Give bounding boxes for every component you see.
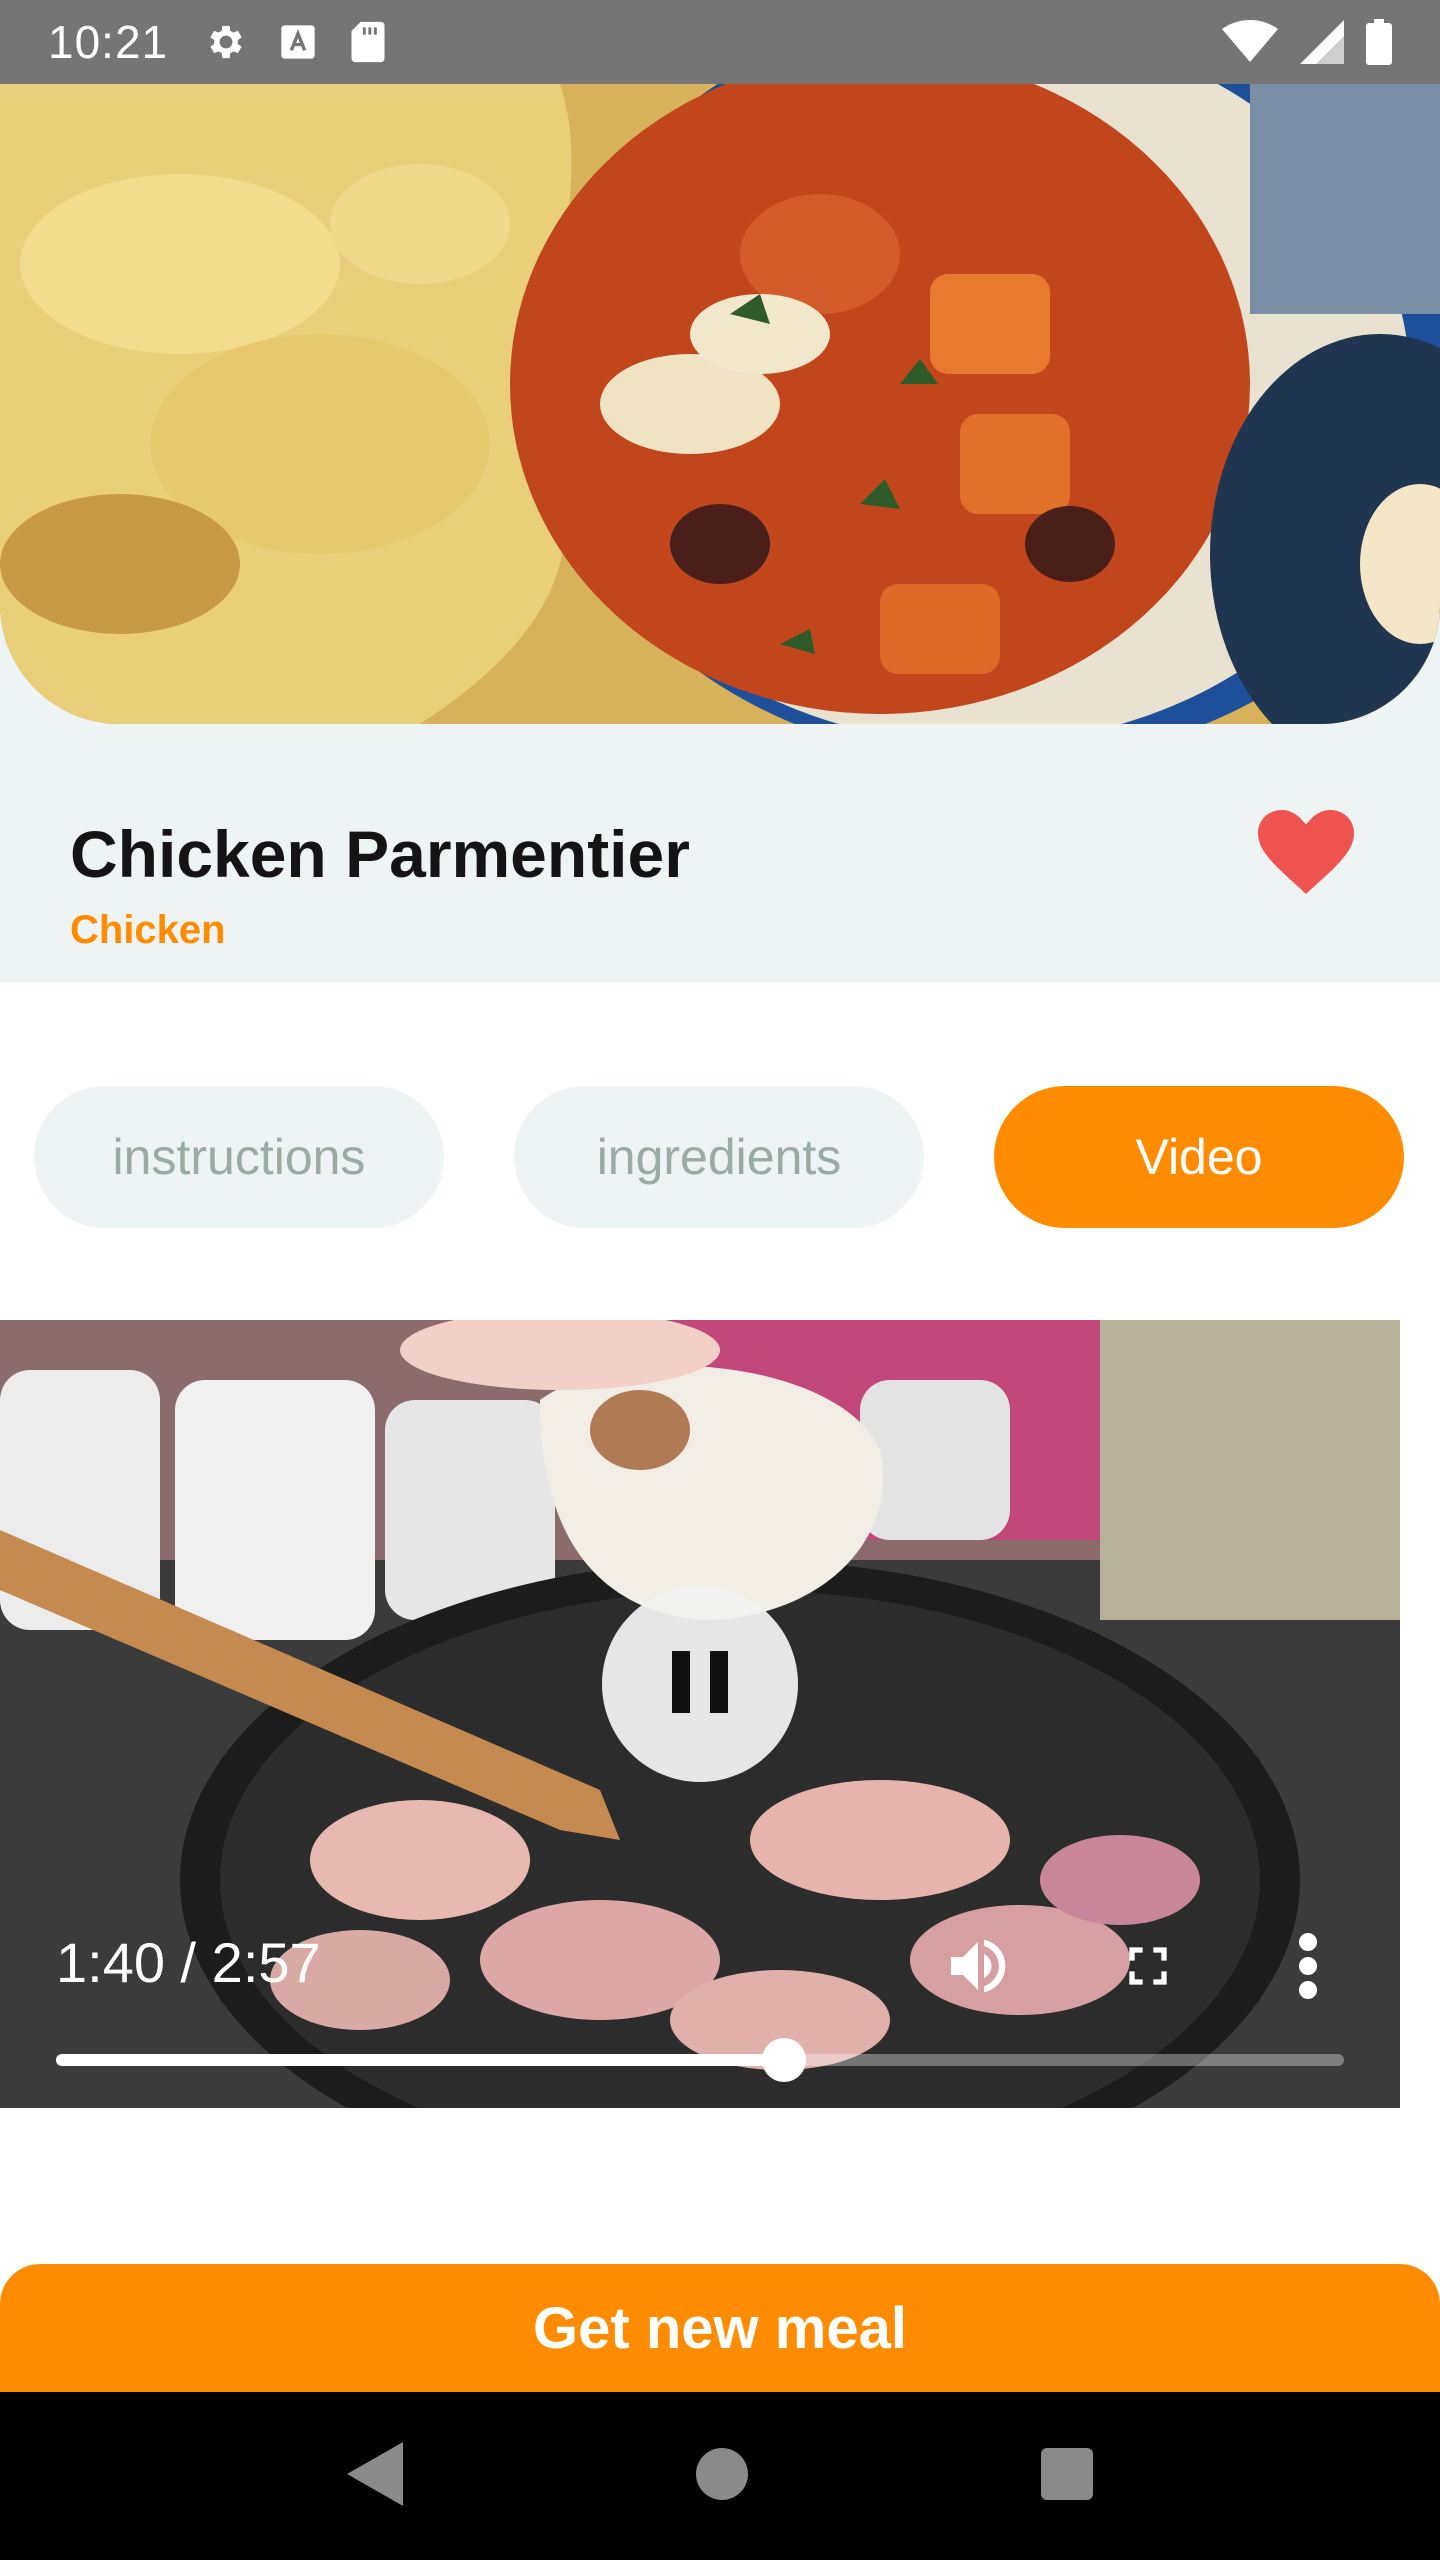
get-new-meal-label: Get new meal	[533, 2295, 907, 2361]
meal-image	[0, 84, 1440, 724]
more-options-button[interactable]	[1298, 1930, 1318, 2007]
battery-icon	[1366, 19, 1392, 65]
status-bar: 10:21	[0, 0, 1440, 84]
video-progress-bar[interactable]	[56, 2038, 1344, 2082]
video-time: 1:40 / 2:57	[56, 1931, 321, 1994]
signal-icon	[1300, 20, 1344, 64]
tab-label: instructions	[112, 1129, 366, 1185]
settings-icon	[204, 20, 248, 64]
get-new-meal-button[interactable]: Get new meal	[0, 2264, 1440, 2392]
back-icon[interactable]	[346, 2441, 403, 2511]
meal-title: Chicken Parmentier	[70, 817, 690, 891]
text-icon	[278, 22, 318, 62]
volume-button[interactable]	[940, 1930, 1016, 2007]
tab-label: ingredients	[596, 1129, 842, 1185]
tab-ingredients[interactable]: ingredients	[514, 1086, 924, 1228]
video-player[interactable]: 1:40 / 2:57	[0, 1320, 1400, 2108]
favorite-heart-icon[interactable]	[1258, 810, 1354, 899]
pause-icon	[672, 1650, 728, 1718]
tab-video[interactable]: Video	[994, 1086, 1404, 1228]
meal-category: Chicken	[70, 908, 226, 952]
pause-button[interactable]	[602, 1586, 798, 1782]
status-icons-right	[1222, 19, 1392, 65]
more-vert-icon	[1298, 1933, 1318, 2006]
status-time: 10:21	[48, 16, 169, 68]
fullscreen-icon	[1116, 1947, 1180, 2006]
tab-label: Video	[1135, 1129, 1263, 1185]
wifi-icon	[1222, 20, 1278, 64]
tab-instructions[interactable]: instructions	[34, 1086, 444, 1228]
status-icons-left	[204, 20, 388, 64]
sd-card-icon	[348, 20, 388, 64]
video-progress-fill	[56, 2054, 784, 2066]
recents-icon[interactable]	[1041, 2447, 1094, 2505]
fullscreen-button[interactable]	[1116, 1930, 1180, 2007]
video-scrubber-handle[interactable]	[761, 2038, 806, 2082]
volume-icon	[940, 1939, 1016, 2006]
home-icon[interactable]	[695, 2447, 748, 2505]
navigation-bar	[0, 2392, 1440, 2560]
